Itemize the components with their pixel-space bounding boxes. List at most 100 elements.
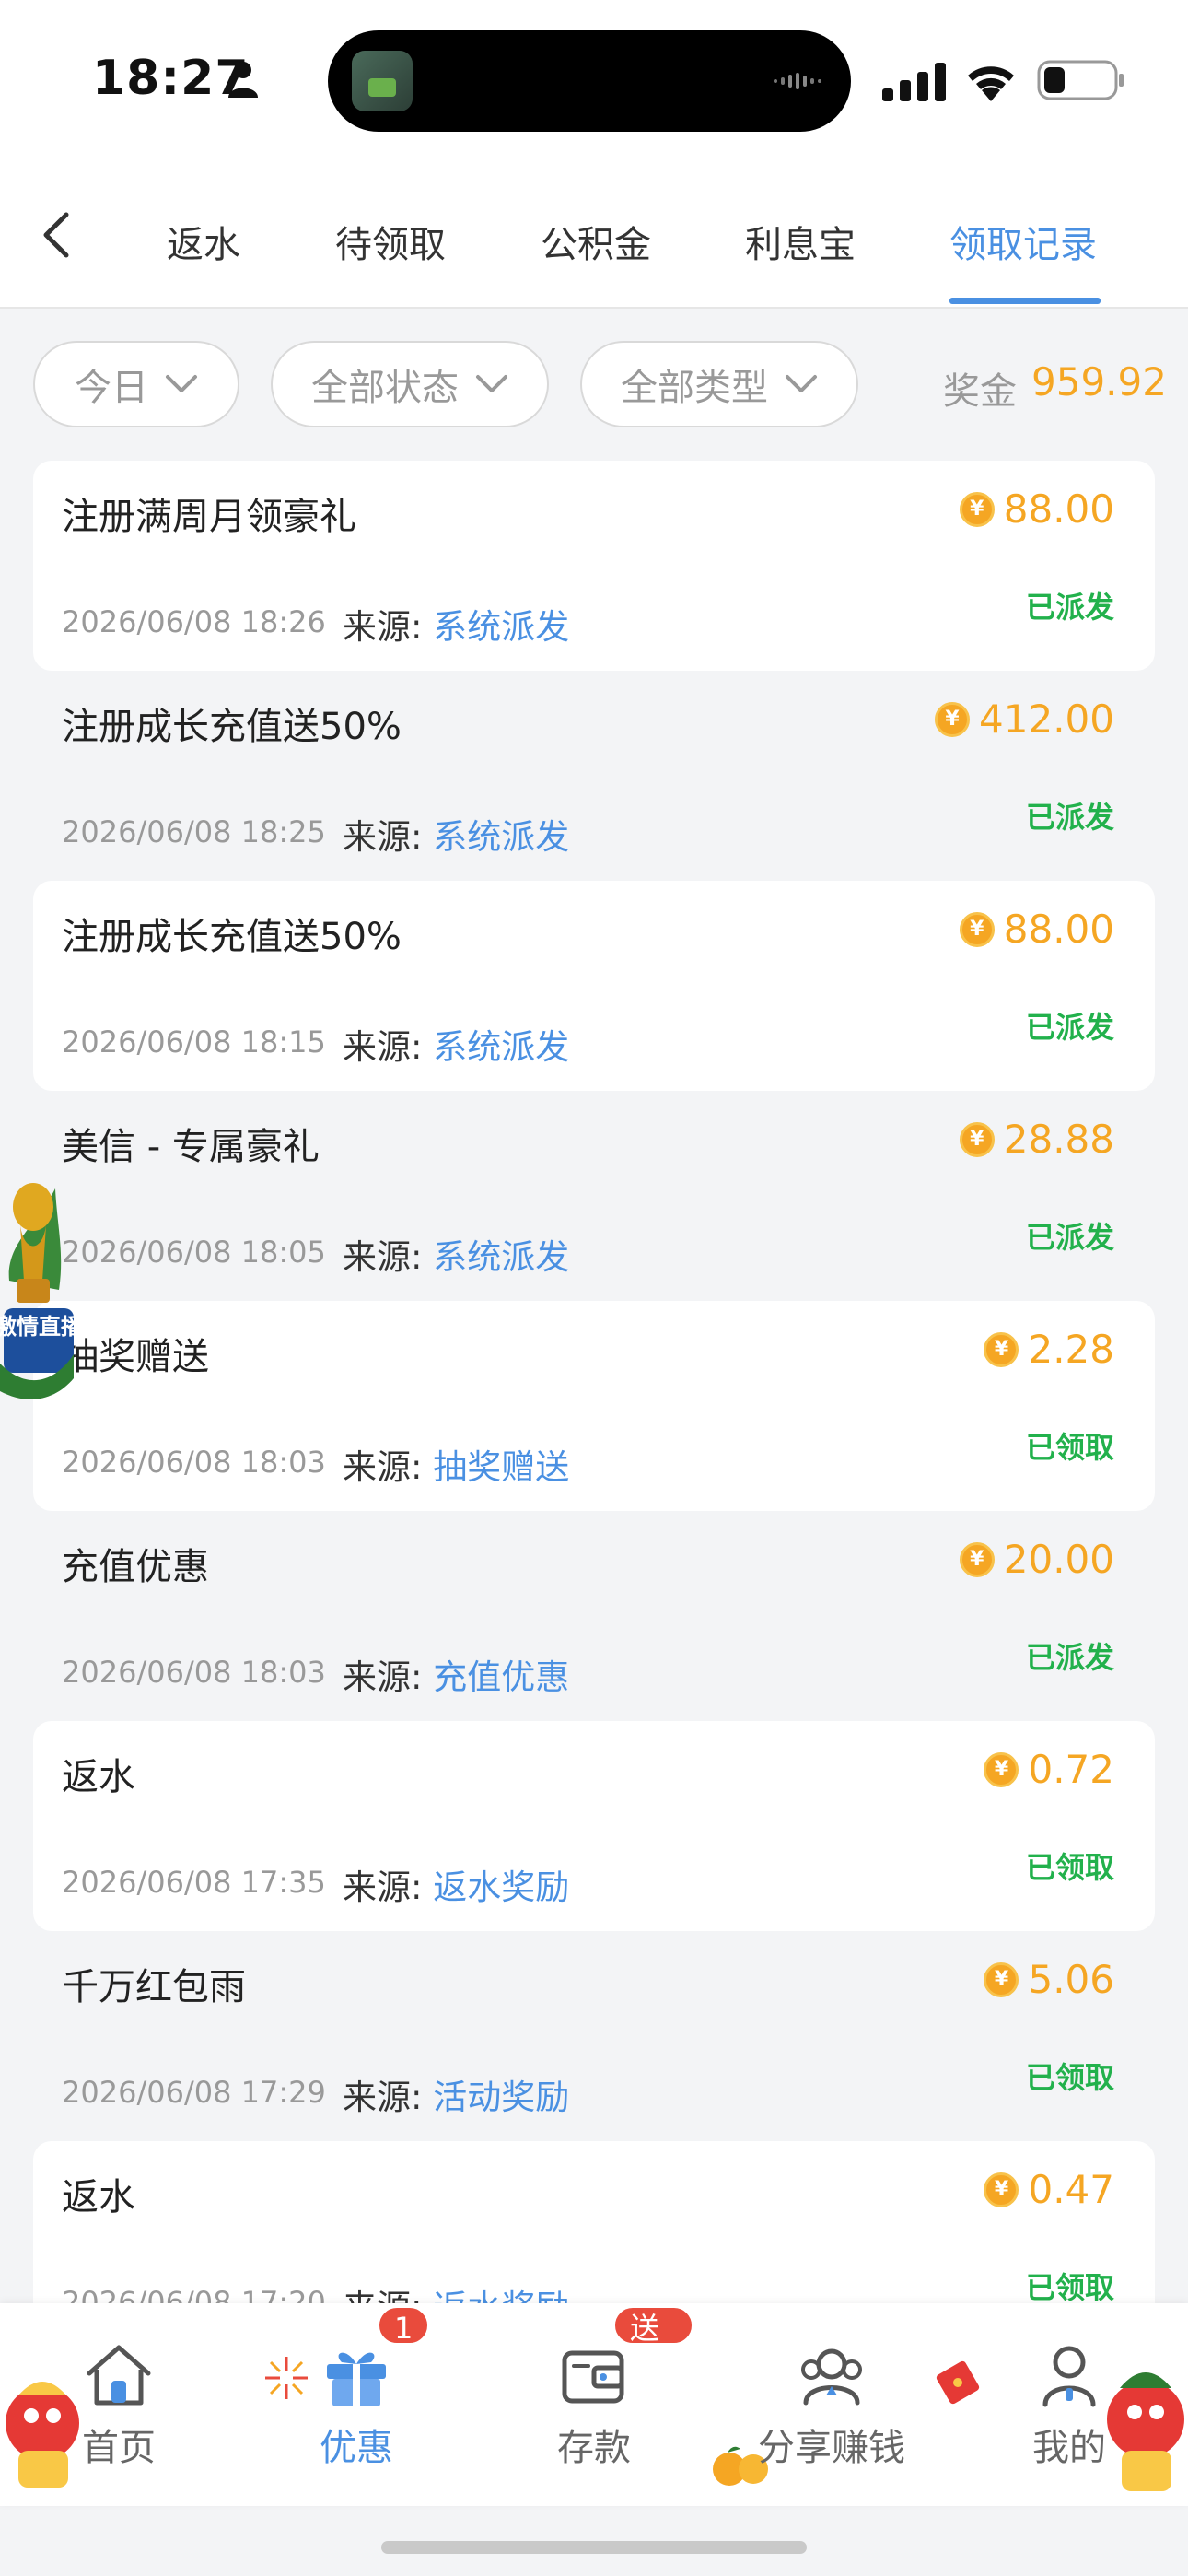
- record-amount: ¥88.00: [959, 907, 1114, 952]
- record-amount: ¥0.47: [984, 2167, 1114, 2212]
- record-date: 2026/06/08 18:03: [62, 1655, 326, 1690]
- live-stream-float-badge[interactable]: 激情直播: [0, 1170, 77, 1410]
- record-title: 抽奖赠送: [62, 1336, 209, 1378]
- record-status: 已领取: [1025, 1850, 1114, 1885]
- audio-wave-icon: [774, 73, 821, 89]
- record-date: 2026/06/08 17:35: [62, 1865, 326, 1900]
- coin-icon: ¥: [959, 491, 995, 527]
- tab-bar: 返水 待领取 公积金 利息宝 领取记录: [0, 161, 1188, 309]
- nav-share-earn[interactable]: 分享赚钱: [740, 2303, 924, 2506]
- back-arrow-icon[interactable]: [37, 209, 74, 261]
- claim-records-list[interactable]: 注册满周月领豪礼 ¥88.00 2026/06/08 18:26 来源: 系统派…: [0, 461, 1188, 2303]
- date-filter-label: 今日: [75, 367, 148, 409]
- record-card[interactable]: 抽奖赠送 ¥2.28 2026/06/08 18:03 来源: 抽奖赠送 已领取: [33, 1301, 1155, 1511]
- coin-icon: ¥: [935, 701, 971, 737]
- record-source: 来源: 充值优惠: [343, 1657, 570, 1697]
- record-source: 来源: 抽奖赠送: [343, 1447, 570, 1487]
- nav-profile[interactable]: 我的: [977, 2303, 1161, 2506]
- wallet-icon: [562, 2350, 624, 2404]
- type-filter-label: 全部类型: [621, 367, 768, 409]
- record-amount: ¥2.28: [984, 1327, 1114, 1372]
- live-activity-thumbnail: [352, 51, 413, 111]
- dynamic-island[interactable]: [328, 30, 851, 132]
- battery-icon: [1037, 60, 1124, 100]
- active-tab-indicator: [949, 298, 1101, 304]
- red-envelope-decoration-icon: [936, 2360, 980, 2405]
- record-status: 已领取: [1025, 2060, 1114, 2095]
- home-icon: [87, 2345, 151, 2406]
- nav-profile-label: 我的: [1032, 2427, 1106, 2469]
- bottom-nav: 首页 优惠 1 存款 送2% 分享赚钱 我的: [0, 2303, 1188, 2506]
- record-card[interactable]: 返水 ¥0.72 2026/06/08 17:35 来源: 返水奖励 已领取: [33, 1721, 1155, 1931]
- status-bar: 18:27: [0, 0, 1188, 161]
- status-filter-label: 全部状态: [311, 367, 459, 409]
- record-amount: ¥0.72: [984, 1747, 1114, 1792]
- chevron-down-icon: [166, 375, 197, 392]
- chevron-down-icon: [476, 375, 507, 392]
- record-card[interactable]: 注册成长充值送50% ¥88.00 2026/06/08 18:15 来源: 系…: [33, 881, 1155, 1091]
- share-users-icon: [801, 2348, 862, 2406]
- nav-promotions[interactable]: 优惠 1: [264, 2303, 448, 2506]
- type-filter-dropdown[interactable]: 全部类型: [580, 341, 858, 427]
- gift-icon: [327, 2352, 386, 2406]
- coin-icon: ¥: [959, 911, 995, 947]
- coin-icon: ¥: [984, 1331, 1019, 1367]
- coin-icon: ¥: [959, 1121, 995, 1157]
- record-card[interactable]: 充值优惠 ¥20.00 2026/06/08 18:03 来源: 充值优惠 已派…: [33, 1511, 1155, 1721]
- coin-icon: ¥: [959, 1541, 995, 1577]
- profile-icon: [1042, 2346, 1096, 2407]
- person-icon: [228, 62, 258, 98]
- coin-icon: ¥: [984, 1961, 1019, 1997]
- record-status: 已领取: [1025, 1430, 1114, 1465]
- record-amount: ¥88.00: [959, 486, 1114, 532]
- bonus-label: 奖金: [943, 370, 1017, 413]
- nav-promotions-label: 优惠: [320, 2427, 393, 2469]
- deposit-bonus-badge: 送2%: [612, 2305, 694, 2383]
- bonus-value: 959.92: [1031, 359, 1167, 404]
- svg-text:激情直播: 激情直播: [0, 1314, 77, 1340]
- record-title: 注册成长充值送50%: [62, 916, 402, 958]
- notification-badge: 1: [377, 2305, 431, 2346]
- record-source: 来源: 活动奖励: [343, 2078, 570, 2117]
- home-indicator[interactable]: [381, 2541, 807, 2554]
- cellular-signal-icon: [882, 63, 946, 101]
- tab-pending[interactable]: 待领取: [335, 215, 446, 268]
- coin-icon: ¥: [984, 1751, 1019, 1787]
- record-status: 已领取: [1025, 2270, 1114, 2303]
- record-card[interactable]: 注册成长充值送50% ¥412.00 2026/06/08 18:25 来源: …: [33, 671, 1155, 881]
- record-amount: ¥412.00: [935, 697, 1114, 742]
- record-date: 2026/06/08 18:25: [62, 814, 326, 849]
- record-source: 来源: 系统派发: [343, 1237, 570, 1277]
- tab-claim-records[interactable]: 领取记录: [949, 215, 1097, 268]
- record-status: 已派发: [1025, 1220, 1114, 1255]
- record-title: 注册满周月领豪礼: [62, 496, 356, 538]
- tab-provident-fund[interactable]: 公积金: [541, 215, 651, 268]
- record-status: 已派发: [1025, 1010, 1114, 1045]
- record-card[interactable]: 美信 - 专属豪礼 ¥28.88 2026/06/08 18:05 来源: 系统…: [33, 1091, 1155, 1301]
- record-card[interactable]: 返水 ¥0.47 2026/06/08 17:20 来源: 返水奖励 已领取: [33, 2141, 1155, 2303]
- nav-home[interactable]: 首页: [27, 2303, 211, 2506]
- nav-deposit[interactable]: 存款 送2%: [502, 2303, 694, 2506]
- record-date: 2026/06/08 18:15: [62, 1025, 326, 1060]
- record-title: 充值优惠: [62, 1546, 209, 1588]
- record-amount: ¥20.00: [959, 1537, 1114, 1582]
- coin-icon: ¥: [984, 2172, 1019, 2207]
- record-source: 来源: 系统派发: [343, 1027, 570, 1067]
- wifi-icon: [968, 66, 1014, 101]
- status-filter-dropdown[interactable]: 全部状态: [271, 341, 549, 427]
- record-card[interactable]: 注册满周月领豪礼 ¥88.00 2026/06/08 18:26 来源: 系统派…: [33, 461, 1155, 671]
- tab-interest[interactable]: 利息宝: [745, 215, 856, 268]
- record-title: 注册成长充值送50%: [62, 706, 402, 748]
- record-date: 2026/06/08 18:03: [62, 1445, 326, 1480]
- record-card[interactable]: 千万红包雨 ¥5.06 2026/06/08 17:29 来源: 活动奖励 已领…: [33, 1931, 1155, 2141]
- record-status: 已派发: [1025, 1640, 1114, 1675]
- date-filter-dropdown[interactable]: 今日: [33, 341, 239, 427]
- tab-rebate[interactable]: 返水: [167, 215, 240, 268]
- record-status: 已派发: [1025, 590, 1114, 625]
- record-amount: ¥5.06: [984, 1957, 1114, 2002]
- record-title: 返水: [62, 1756, 135, 1798]
- record-title: 千万红包雨: [62, 1966, 246, 2008]
- record-source: 来源: 返水奖励: [343, 2279, 569, 2303]
- record-title: 美信 - 专属豪礼: [62, 1126, 320, 1168]
- chevron-down-icon: [786, 375, 817, 392]
